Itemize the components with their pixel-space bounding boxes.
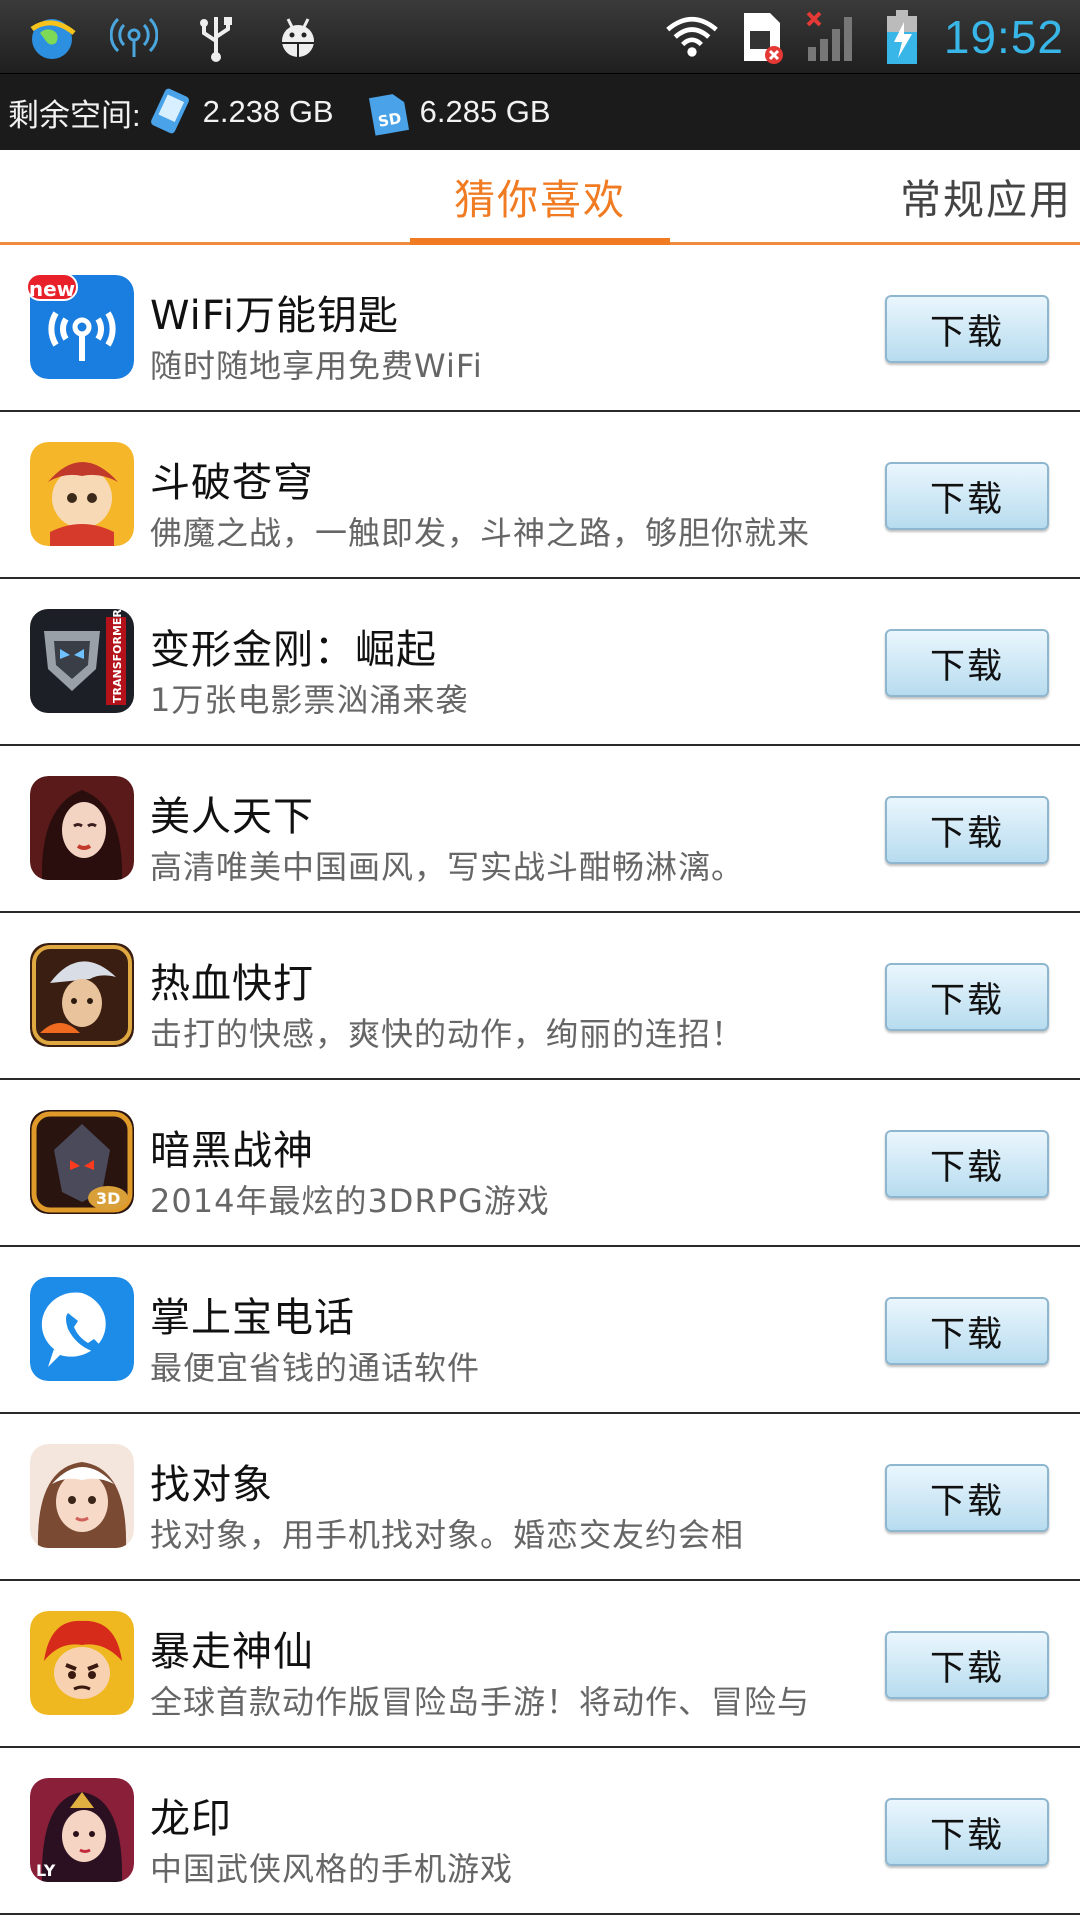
battery-charging-icon (874, 9, 930, 65)
hotspot-icon (106, 9, 162, 65)
app-description: 最便宜省钱的通话软件 (150, 1349, 481, 1387)
app-description: 2014年最炫的3DRPG游戏 (150, 1182, 550, 1220)
dating-icon[interactable] (30, 1444, 134, 1548)
clock: 19:52 (943, 10, 1064, 63)
app-name: 斗破苍穹 (150, 460, 314, 506)
3d-label: 3D (96, 1189, 120, 1208)
app-name: WiFi万能钥匙 (150, 293, 399, 339)
app-description: 全球首款动作版冒险岛手游！将动作、冒险与 (150, 1683, 811, 1721)
app-description: 中国武侠风格的手机游戏 (150, 1850, 514, 1888)
download-button[interactable]: 下载 (885, 1464, 1049, 1532)
status-bar: 19:52 (0, 0, 1080, 73)
app-description: 找对象，用手机找对象。婚恋交友约会相 (150, 1516, 745, 1554)
app-name: 找对象 (150, 1462, 273, 1508)
download-button[interactable]: 下载 (885, 1130, 1049, 1198)
download-button[interactable]: 下载 (885, 1297, 1049, 1365)
list-item[interactable]: 掌上宝电话 最便宜省钱的通话软件 下载 (0, 1247, 1080, 1414)
list-item[interactable]: TRANSFORMERS 变形金刚：崛起 1万张电影票汹涌来袭 下载 (0, 579, 1080, 746)
browser-globe-icon (24, 9, 80, 65)
baozou-game-icon[interactable] (30, 1611, 134, 1715)
sd-card-icon: SD (368, 94, 409, 136)
sim-card-error-icon (734, 9, 790, 65)
tab-bar: 猜你喜欢 常规应用 (0, 150, 1080, 245)
new-badge: new (26, 273, 78, 301)
storage-bar: 剩余空间: 2.238 GB SD 6.285 GB (0, 73, 1080, 150)
app-description: 高清唯美中国画风，写实战斗酣畅淋漓。 (150, 848, 745, 886)
internal-storage-icon (150, 88, 189, 134)
app-list: new WiFi万能钥匙 随时随地享用免费WiFi 下载 斗破苍穹 佛魔之战，一… (0, 245, 1080, 1915)
dragon-seal-icon[interactable]: LY (30, 1778, 134, 1882)
download-button[interactable]: 下载 (885, 796, 1049, 864)
tab-recommended[interactable]: 猜你喜欢 (410, 150, 670, 245)
transformers-logo-text: TRANSFORMERS (111, 609, 124, 703)
app-name: 暗黑战神 (150, 1128, 314, 1174)
download-button[interactable]: 下载 (885, 963, 1049, 1031)
phone-call-icon[interactable] (30, 1277, 134, 1381)
download-button[interactable]: 下载 (885, 295, 1049, 363)
app-name: 变形金刚：崛起 (150, 627, 437, 673)
dark-war-god-icon[interactable]: 3D (30, 1110, 134, 1214)
fighter-game-icon[interactable] (30, 943, 134, 1047)
download-button[interactable]: 下载 (885, 629, 1049, 697)
doupo-game-icon[interactable] (30, 442, 134, 546)
app-name: 美人天下 (150, 794, 314, 840)
storage-label: 剩余空间: (8, 97, 141, 133)
list-item[interactable]: 3D 暗黑战神 2014年最炫的3DRPG游戏 下载 (0, 1080, 1080, 1247)
tab-regular-apps[interactable]: 常规应用 (900, 150, 1080, 242)
app-description: 击打的快感，爽快的动作，绚丽的连招！ (150, 1015, 745, 1053)
list-item[interactable]: 斗破苍穹 佛魔之战，一触即发，斗神之路，够胆你就来 下载 (0, 412, 1080, 579)
internal-storage-value: 2.238 GB (202, 94, 334, 129)
usb-icon (188, 9, 244, 65)
list-item[interactable]: new WiFi万能钥匙 随时随地享用免费WiFi 下载 (0, 245, 1080, 412)
download-button[interactable]: 下载 (885, 1798, 1049, 1866)
download-button[interactable]: 下载 (885, 462, 1049, 530)
download-button[interactable]: 下载 (885, 1631, 1049, 1699)
beauty-game-icon[interactable] (30, 776, 134, 880)
app-name: 掌上宝电话 (150, 1295, 355, 1341)
transformers-icon[interactable]: TRANSFORMERS (30, 609, 134, 713)
list-item[interactable]: 热血快打 击打的快感，爽快的动作，绚丽的连招！ 下载 (0, 913, 1080, 1080)
list-item[interactable]: LY 龙印 中国武侠风格的手机游戏 下载 (0, 1748, 1080, 1915)
sd-storage-value: 6.285 GB (419, 94, 551, 129)
app-description: 佛魔之战，一触即发，斗神之路，够胆你就来 (150, 514, 811, 552)
app-description: 1万张电影票汹涌来袭 (150, 681, 469, 719)
ly-logo: LY (36, 1861, 56, 1880)
wifi-icon (664, 9, 720, 65)
list-item[interactable]: 找对象 找对象，用手机找对象。婚恋交友约会相 下载 (0, 1414, 1080, 1581)
android-debug-icon (270, 9, 326, 65)
app-name: 龙印 (150, 1796, 232, 1842)
signal-no-service-icon (804, 9, 860, 65)
app-name: 暴走神仙 (150, 1629, 314, 1675)
app-description: 随时随地享用免费WiFi (150, 347, 483, 385)
list-item[interactable]: 美人天下 高清唯美中国画风，写实战斗酣畅淋漓。 下载 (0, 746, 1080, 913)
app-name: 热血快打 (150, 961, 314, 1007)
list-item[interactable]: 暴走神仙 全球首款动作版冒险岛手游！将动作、冒险与 下载 (0, 1581, 1080, 1748)
